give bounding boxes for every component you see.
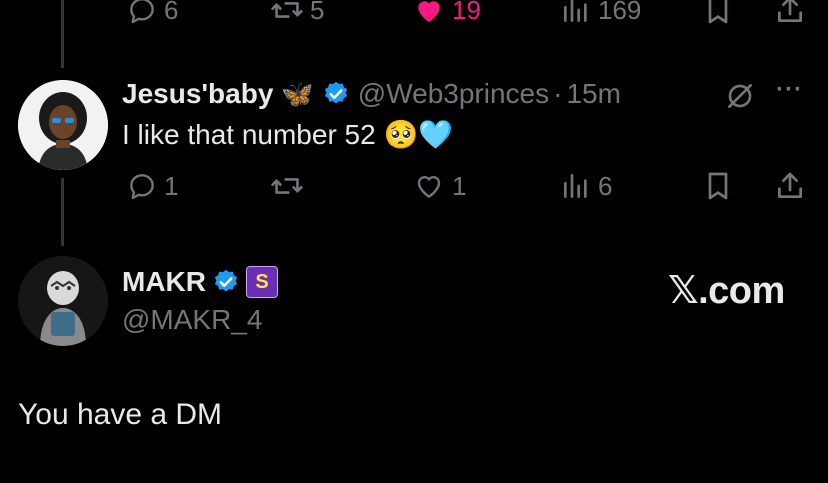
like-count: 19	[452, 0, 481, 25]
like-action[interactable]: 1	[412, 170, 466, 202]
share-icon	[774, 0, 806, 26]
display-name[interactable]: MAKR	[122, 266, 206, 298]
bookmark-icon	[702, 0, 734, 26]
reply-count: 6	[164, 0, 179, 25]
heart-icon	[412, 170, 446, 202]
main-tweet-text: You have a DM	[18, 398, 223, 431]
like-action[interactable]: 19	[412, 0, 481, 26]
retweet-action[interactable]: 5	[270, 0, 324, 26]
more-options-icon[interactable]: ···	[776, 76, 803, 104]
reply-icon	[126, 170, 158, 202]
like-count: 1	[452, 170, 467, 201]
timestamp[interactable]: 15m	[566, 78, 620, 110]
views-count: 6	[598, 170, 613, 201]
bookmark-action[interactable]	[702, 170, 734, 202]
heart-filled-icon	[412, 0, 446, 26]
reply-text-row: I like that number 52 🥺🩵	[122, 118, 453, 151]
share-action[interactable]	[774, 170, 806, 202]
views-icon	[560, 0, 592, 26]
retweet-count: 5	[310, 0, 325, 25]
display-name[interactable]: Jesus'baby	[122, 78, 273, 110]
main-header: MAKR S	[122, 266, 278, 298]
retweet-action[interactable]	[270, 170, 310, 202]
reply-icon	[126, 0, 158, 26]
verified-badge-icon	[212, 268, 240, 296]
bookmark-icon	[702, 170, 734, 202]
views-icon	[560, 170, 592, 202]
share-icon	[774, 170, 806, 202]
separator-dot: ·	[553, 78, 563, 109]
avatar[interactable]	[18, 256, 108, 346]
reply-header: Jesus'baby 🦋 @Web3princes · 15m	[122, 78, 621, 110]
retweet-icon	[270, 170, 304, 202]
handle[interactable]: @MAKR_4	[122, 304, 262, 336]
bookmark-action[interactable]	[702, 0, 734, 26]
reply-action[interactable]: 1	[126, 170, 178, 202]
thread-line-top	[61, 0, 64, 68]
views-count: 169	[598, 0, 642, 25]
avatar[interactable]	[18, 80, 108, 170]
views-action[interactable]: 169	[560, 0, 641, 26]
grok-icon[interactable]	[724, 80, 756, 117]
butterfly-emoji: 🦋	[281, 78, 314, 109]
x-com-watermark: 𝕏.com	[668, 270, 785, 312]
thread-line-middle	[61, 178, 64, 246]
reply-count: 1	[164, 170, 179, 201]
reply-text: I like that number 52	[122, 119, 376, 150]
handle[interactable]: @Web3princes	[358, 78, 549, 110]
share-action[interactable]	[774, 0, 806, 26]
verified-badge-icon	[322, 80, 350, 108]
reply-emojis: 🥺🩵	[383, 119, 454, 150]
reply-action[interactable]: 6	[126, 0, 178, 26]
views-action[interactable]: 6	[560, 170, 612, 202]
retweet-icon	[270, 0, 304, 26]
affiliate-badge-icon[interactable]: S	[246, 266, 278, 298]
affiliate-badge-letter: S	[255, 270, 269, 293]
